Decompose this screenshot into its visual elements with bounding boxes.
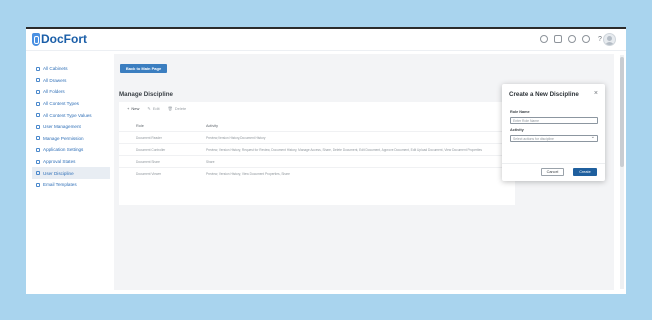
sidebar-item-label: User Discipline (43, 170, 74, 176)
table-row[interactable]: Document Controller Preview, Version His… (119, 143, 515, 155)
email-icon (36, 182, 40, 187)
user-icon (36, 124, 40, 129)
page-scrollbar[interactable] (620, 55, 624, 289)
scrollbar-thumb[interactable] (620, 57, 624, 167)
topbar-icons: ? (540, 35, 604, 43)
sidebar-item-application-settings[interactable]: Application Settings (32, 144, 110, 156)
table-row[interactable]: Document Viewer Preview, Version History… (119, 167, 515, 179)
sidebar-item-label: Manage Permission (43, 135, 84, 141)
row-role: Document Reader (136, 135, 162, 140)
close-icon[interactable]: × (594, 90, 598, 97)
permission-icon (36, 136, 40, 141)
sidebar-item-label: All Folders (43, 89, 65, 95)
sidebar-item-all-cabinets[interactable]: All Cabinets (32, 63, 110, 75)
row-role: Document Controller (136, 147, 166, 152)
sidebar-item-label: Application Settings (43, 147, 84, 153)
sidebar-item-all-drawers[interactable]: All Drawers (32, 75, 110, 87)
edit-icon: ✎ (147, 106, 151, 111)
edit-button[interactable]: ✎ Edit (147, 106, 159, 111)
content-value-icon (36, 113, 40, 118)
column-header-role[interactable]: Role (119, 124, 206, 128)
row-activity: Preview,Version History,Document History (206, 135, 266, 140)
dialog-divider (502, 163, 605, 164)
discipline-icon (36, 171, 40, 176)
table-row[interactable]: Document Share Share (119, 155, 515, 167)
delete-label: Delete (174, 106, 187, 111)
new-label: New (131, 106, 140, 111)
create-discipline-dialog: Create a New Discipline × Role Name Ente… (502, 84, 605, 181)
cloud-icon[interactable] (568, 35, 576, 43)
table-header: Role Activity (119, 121, 515, 131)
sidebar-item-user-management[interactable]: User Management (32, 121, 110, 133)
sidebar-item-email-templates[interactable]: Email Templates (32, 179, 110, 191)
logo-icon (32, 33, 40, 46)
new-button[interactable]: + New (127, 106, 139, 111)
sidebar-item-label: All Cabinets (43, 66, 68, 72)
cancel-button[interactable]: Cancel (541, 168, 564, 176)
sidebar-item-manage-permission[interactable]: Manage Permission (32, 133, 110, 145)
sidebar-item-user-discipline[interactable]: User Discipline (32, 167, 110, 179)
approval-icon (36, 159, 40, 164)
sidebar-item-label: All Content Types (43, 101, 79, 107)
sidebar-item-label: All Content Type Values (43, 112, 92, 118)
drawer-icon (36, 78, 40, 83)
activity-select-placeholder: Select actions for discipline (513, 136, 554, 141)
bell-icon[interactable] (554, 35, 562, 43)
sidebar-item-label: Email Templates (43, 182, 77, 188)
activity-select[interactable]: Select actions for discipline (510, 134, 598, 142)
role-name-label: Role Name (510, 110, 530, 114)
table-actions: + New ✎ Edit 🗑 Delete (127, 106, 186, 111)
create-button[interactable]: Create (573, 168, 597, 176)
role-name-input[interactable]: Enter Role Name (510, 117, 598, 124)
sidebar: All Cabinets All Drawers All Folders All… (32, 63, 110, 191)
top-bar: DocFort ? (26, 29, 626, 51)
sidebar-item-all-content-type-values[interactable]: All Content Type Values (32, 109, 110, 121)
dashboard-icon[interactable] (540, 35, 548, 43)
sidebar-item-label: All Drawers (43, 77, 67, 83)
settings-icon (36, 147, 40, 152)
logo-text: DocFort (41, 32, 87, 46)
back-to-main-button[interactable]: Back to Main Page (120, 64, 167, 73)
dialog-title: Create a New Discipline (509, 91, 579, 98)
row-role: Document Share (136, 159, 160, 164)
folder-icon (36, 89, 40, 94)
sidebar-item-label: User Management (43, 124, 81, 130)
row-activity: Preview, Version History, Request for Re… (206, 147, 483, 152)
sidebar-item-all-content-types[interactable]: All Content Types (32, 98, 110, 110)
trash-icon: 🗑 (167, 106, 173, 111)
page-title: Manage Discipline (119, 91, 173, 98)
table-row[interactable]: Document Reader Preview,Version History,… (119, 131, 515, 143)
column-header-activity[interactable]: Activity (206, 124, 515, 128)
edit-label: Edit (152, 106, 160, 111)
row-activity: Share (206, 159, 215, 164)
sidebar-item-approval-states[interactable]: Approval States (32, 156, 110, 168)
discipline-table-card: + New ✎ Edit 🗑 Delete Role Activity Documen… (119, 102, 515, 205)
avatar[interactable] (603, 33, 616, 46)
content-type-icon (36, 101, 40, 106)
row-activity: Preview, Version History, View Document … (206, 171, 290, 176)
settings-icon[interactable] (582, 35, 590, 43)
row-role: Document Viewer (136, 171, 162, 176)
plus-icon: + (127, 106, 130, 111)
activity-label: Activity (510, 128, 524, 132)
sidebar-item-label: Approval States (43, 159, 76, 165)
cabinet-icon (36, 66, 40, 71)
delete-button[interactable]: 🗑 Delete (168, 106, 187, 111)
sidebar-item-all-folders[interactable]: All Folders (32, 86, 110, 98)
logo[interactable]: DocFort (32, 33, 87, 46)
